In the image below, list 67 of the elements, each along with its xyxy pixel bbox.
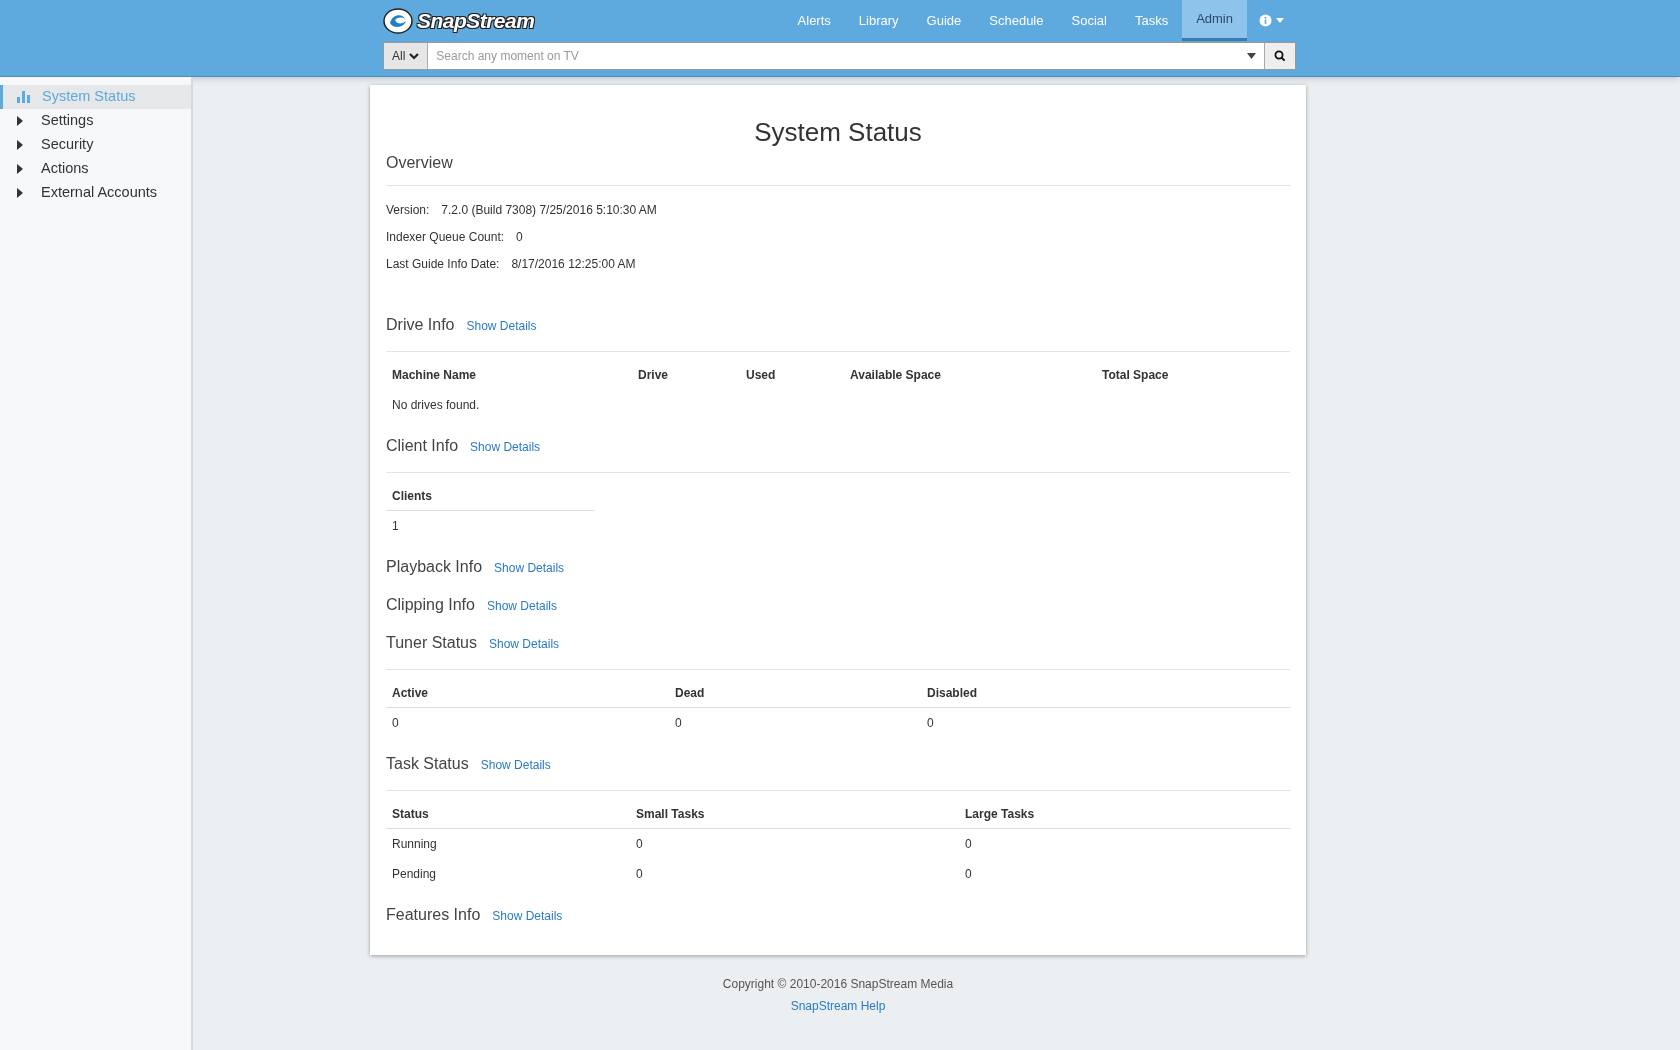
nav-tab[interactable]: Social: [1057, 0, 1121, 41]
section-title: Client Info: [386, 436, 459, 456]
section-title: Overview: [386, 153, 453, 173]
field-value: 0: [516, 228, 523, 246]
column-header: Machine Name: [391, 367, 478, 384]
field-label: Indexer Queue Count:: [386, 228, 505, 246]
column-header: Dead: [674, 684, 706, 702]
caret-right-icon: [17, 140, 23, 150]
column-header: Drive: [637, 367, 670, 384]
bar-chart-icon: [17, 91, 30, 103]
show-details-link[interactable]: Show Details: [494, 559, 565, 577]
nav-tab[interactable]: Tasks: [1120, 0, 1183, 41]
caret-right-icon: [17, 188, 23, 198]
show-details-link[interactable]: Show Details: [492, 907, 563, 925]
table-cell-text: Running: [391, 836, 438, 853]
caret-right-icon: [17, 116, 23, 126]
show-details-link[interactable]: Show Details: [466, 317, 537, 335]
empty-message: No drives found.: [391, 397, 481, 414]
table-cell-text: 0: [926, 715, 935, 732]
table-cell-text: 0: [674, 715, 683, 732]
caret-icon: [1276, 18, 1284, 23]
column-header: Small Tasks: [635, 805, 706, 823]
sidebar-item[interactable]: Actions: [0, 157, 191, 181]
field-label: Version:: [386, 201, 430, 219]
nav-tab[interactable]: Library: [844, 0, 913, 41]
show-details-link[interactable]: Show Details: [470, 438, 541, 456]
column-header: Disabled: [926, 684, 978, 702]
column-header: Large Tasks: [964, 805, 1036, 823]
section-title: Playback Info: [386, 557, 483, 577]
table-cell-text: 0: [635, 836, 644, 853]
show-details-link[interactable]: Show Details: [486, 597, 557, 615]
caret-right-icon: [17, 164, 23, 174]
field-value: 8/17/2016 12:25:00 AM: [511, 255, 636, 273]
section-title: Tuner Status: [386, 633, 477, 653]
column-header: Available Space: [849, 367, 942, 384]
help-link[interactable]: SnapStream Help: [790, 997, 886, 1015]
copyright-text: Copyright © 2010-2016 SnapStream Media: [722, 976, 954, 993]
sidebar-item[interactable]: Security: [0, 133, 191, 157]
section-title: Task Status: [386, 754, 469, 774]
swirl-logo-icon: [383, 7, 413, 34]
table-cell-text: 0: [964, 866, 973, 883]
table-cell-text: 0: [964, 836, 973, 853]
table-cell-text: 1: [391, 518, 400, 535]
sidebar-item[interactable]: Settings: [0, 109, 191, 133]
section-title: Features Info: [386, 905, 481, 925]
column-header: Used: [745, 367, 777, 384]
section-title: Clipping Info: [386, 595, 475, 615]
nav-tab[interactable]: Schedule: [975, 0, 1058, 41]
nav-tab[interactable]: Guide: [912, 0, 976, 41]
nav-tab[interactable]: Admin: [1182, 0, 1247, 41]
show-details-link[interactable]: Show Details: [480, 756, 551, 774]
column-header: Clients: [391, 487, 433, 505]
column-header: Active: [391, 684, 430, 702]
column-header: Total Space: [1101, 367, 1170, 384]
table-cell-text: Pending: [391, 866, 438, 883]
table-cell-text: 0: [391, 715, 400, 732]
section-title: Drive Info: [386, 315, 455, 335]
show-details-link[interactable]: Show Details: [489, 635, 560, 653]
logo[interactable]: SnapStream: [383, 4, 535, 37]
field-label: Last Guide Info Date:: [386, 255, 500, 273]
page-title: System Status: [753, 116, 923, 149]
field-value: 7.2.0 (Build 7308) 7/25/2016 5:10:30 AM: [441, 201, 657, 219]
table-cell-text: 0: [635, 866, 644, 883]
sidebar-item[interactable]: External Accounts: [0, 181, 191, 205]
nav-tab[interactable]: Alerts: [783, 0, 845, 41]
info-icon: [1259, 14, 1272, 27]
column-header: Status: [391, 805, 430, 823]
